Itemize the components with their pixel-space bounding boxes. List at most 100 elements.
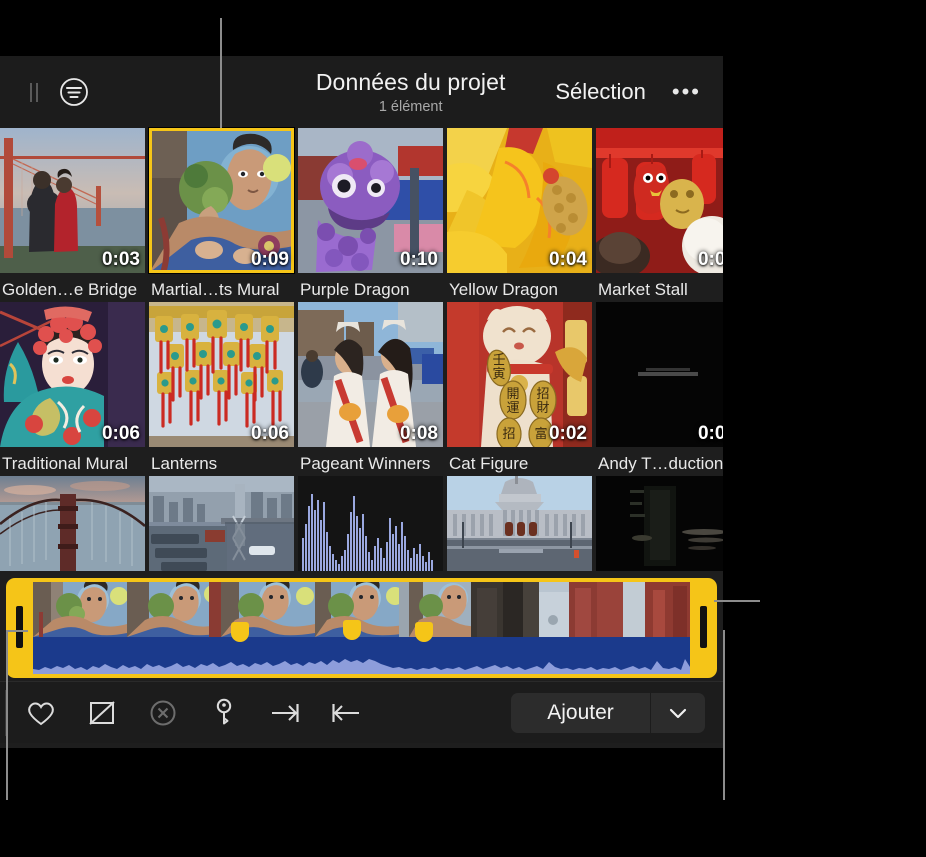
city-hall-image	[447, 476, 592, 571]
reject-crossed-icon[interactable]	[85, 696, 119, 730]
clip-grid-row: 0:03 Golden…e Bridge 0:09 Martial…ts Mur…	[0, 128, 723, 302]
clip-caption: Purple Dragon	[300, 280, 410, 299]
clip-caption: Martial…ts Mural	[151, 280, 280, 299]
clip-thumbnail[interactable]	[0, 476, 145, 571]
pause-icon[interactable]	[30, 82, 38, 102]
audio-waveform-band	[33, 637, 690, 674]
clip-cell-pageant-winners[interactable]: 0:08 Pageant Winners	[298, 302, 443, 476]
rating-toolbar	[5, 689, 363, 736]
page-title: Données du projet	[315, 69, 506, 96]
clip-filmstrip-container	[33, 582, 690, 674]
clip-caption: Pageant Winners	[300, 454, 431, 473]
clip-cell-purple-dragon[interactable]: 0:10 Purple Dragon	[298, 128, 443, 302]
trim-handle-left[interactable]	[16, 606, 23, 648]
clip-cell-lanterns[interactable]: 0:06 Lanterns	[149, 302, 294, 476]
audio-waveform-image	[298, 476, 443, 571]
clip-cell-bay-bridge-aerial[interactable]	[149, 476, 294, 571]
clip-cell-andy-productions[interactable]: 0:02 Andy T…ductions	[596, 302, 723, 476]
toolbar-actions: Ajouter	[511, 692, 723, 733]
clip-thumbnail[interactable]: 壬寅 開運 招財 招富 0:02	[447, 302, 592, 447]
callout-line-trim-handle-h	[714, 600, 760, 602]
media-browser-panel: Données du projet 1 élément Sélection ••…	[0, 56, 723, 748]
clip-cell-cat-figure[interactable]: 壬寅 開運 招財 招富 0:02 Cat Figure	[447, 302, 592, 476]
clip-cell-market-stall[interactable]: 0:02 Market Stall	[596, 128, 723, 302]
set-range-start-icon[interactable]	[329, 696, 363, 730]
clip-grid-row: 0:06 Traditional Mural 0:06 Lanterns 0:0…	[0, 302, 723, 476]
clip-cell-yellow-dragon[interactable]: 0:04 Yellow Dragon	[447, 128, 592, 302]
clip-cell-golden-gate-tower[interactable]	[0, 476, 145, 571]
callout-line-trim-handle-left-h	[6, 630, 28, 632]
clip-marker[interactable]	[415, 622, 433, 642]
clip-duration: 0:09	[250, 249, 289, 270]
clip-thumbnail-selected[interactable]: 0:09	[149, 128, 294, 273]
add-button[interactable]: Ajouter	[511, 692, 651, 733]
panel-header: Données du projet 1 élément Sélection ••…	[0, 56, 723, 128]
clip-caption: Traditional Mural	[2, 454, 128, 473]
svg-text:富: 富	[534, 426, 547, 442]
svg-text:招: 招	[536, 387, 549, 402]
header-left-controls	[0, 56, 222, 128]
svg-text:開: 開	[506, 387, 519, 402]
clip-duration: 0:08	[399, 423, 438, 444]
filmstrip-frame	[503, 582, 597, 637]
clip-cell-martial-arts-mural[interactable]: 0:09 Martial…ts Mural	[149, 128, 294, 302]
audio-waveform	[33, 657, 690, 674]
clip-thumbnail[interactable]: 0:02	[596, 128, 723, 273]
clip-cell-golden-gate[interactable]: 0:03 Golden…e Bridge	[0, 128, 145, 302]
callout-line-selected-clip	[220, 18, 222, 128]
trim-handle-right[interactable]	[700, 606, 707, 648]
clip-thumbnail[interactable]	[447, 476, 592, 571]
clip-thumbnail[interactable]: 0:03	[0, 128, 145, 273]
clip-duration: 0:04	[548, 249, 587, 270]
clip-thumbnail-audio[interactable]	[298, 476, 443, 571]
filter-icon[interactable]	[58, 76, 90, 108]
clip-caption: Lanterns	[151, 454, 218, 473]
clip-cell-traditional-mural[interactable]: 0:06 Traditional Mural	[0, 302, 145, 476]
svg-text:運: 運	[506, 401, 519, 416]
clip-thumbnail[interactable]	[149, 476, 294, 571]
set-range-end-icon[interactable]	[268, 696, 302, 730]
add-button-group: Ajouter	[511, 692, 705, 733]
filmstrip	[33, 582, 690, 637]
callout-line-right-edge	[723, 630, 725, 800]
clip-thumbnail[interactable]: 0:06	[149, 302, 294, 447]
clip-duration: 0:03	[101, 249, 140, 270]
more-options-icon[interactable]: •••	[672, 81, 701, 103]
clip-duration: 0:02	[548, 423, 587, 444]
selected-clip-timeline[interactable]	[6, 578, 717, 678]
keyword-key-icon[interactable]	[207, 696, 241, 730]
dark-interior-image	[596, 476, 723, 571]
clip-caption: Market Stall	[598, 280, 688, 299]
filmstrip-frame	[315, 582, 409, 637]
clip-marker[interactable]	[343, 620, 361, 640]
clip-caption: Golden…e Bridge	[2, 280, 138, 299]
clip-thumbnail[interactable]: 0:08	[298, 302, 443, 447]
clip-marker[interactable]	[231, 622, 249, 642]
clip-thumbnail[interactable]: 0:02	[596, 302, 723, 447]
item-count: 1 élément	[378, 98, 443, 115]
clip-thumbnail[interactable]: 0:10	[298, 128, 443, 273]
clip-thumbnail[interactable]: 0:06	[0, 302, 145, 447]
svg-text:財: 財	[536, 401, 549, 416]
filmstrip-frame	[33, 582, 127, 637]
clip-caption: Yellow Dragon	[449, 280, 558, 299]
clip-cell-audio-waveform[interactable]	[298, 476, 443, 571]
filmstrip-frame	[127, 582, 221, 637]
clip-cell-city-hall[interactable]	[447, 476, 592, 571]
timeline-area	[0, 571, 723, 681]
clip-thumbnail[interactable]: 0:04	[447, 128, 592, 273]
screenshot-root: Données du projet 1 élément Sélection ••…	[0, 0, 926, 857]
svg-text:寅: 寅	[492, 366, 505, 382]
selection-button[interactable]: Sélection	[555, 79, 646, 105]
clip-caption: Cat Figure	[449, 454, 529, 473]
favorite-heart-icon[interactable]	[24, 696, 58, 730]
unrate-circle-x-icon[interactable]	[146, 696, 180, 730]
clip-cell-dark-interior[interactable]	[596, 476, 723, 571]
chevron-down-icon[interactable]	[651, 692, 705, 733]
bottom-toolbar: Ajouter	[0, 681, 723, 743]
callout-line-left-edge	[6, 632, 8, 800]
svg-text:招: 招	[502, 427, 515, 442]
header-title-block: Données du projet 1 élément	[222, 69, 555, 115]
clip-thumbnail[interactable]	[596, 476, 723, 571]
filmstrip-frame	[597, 582, 690, 637]
